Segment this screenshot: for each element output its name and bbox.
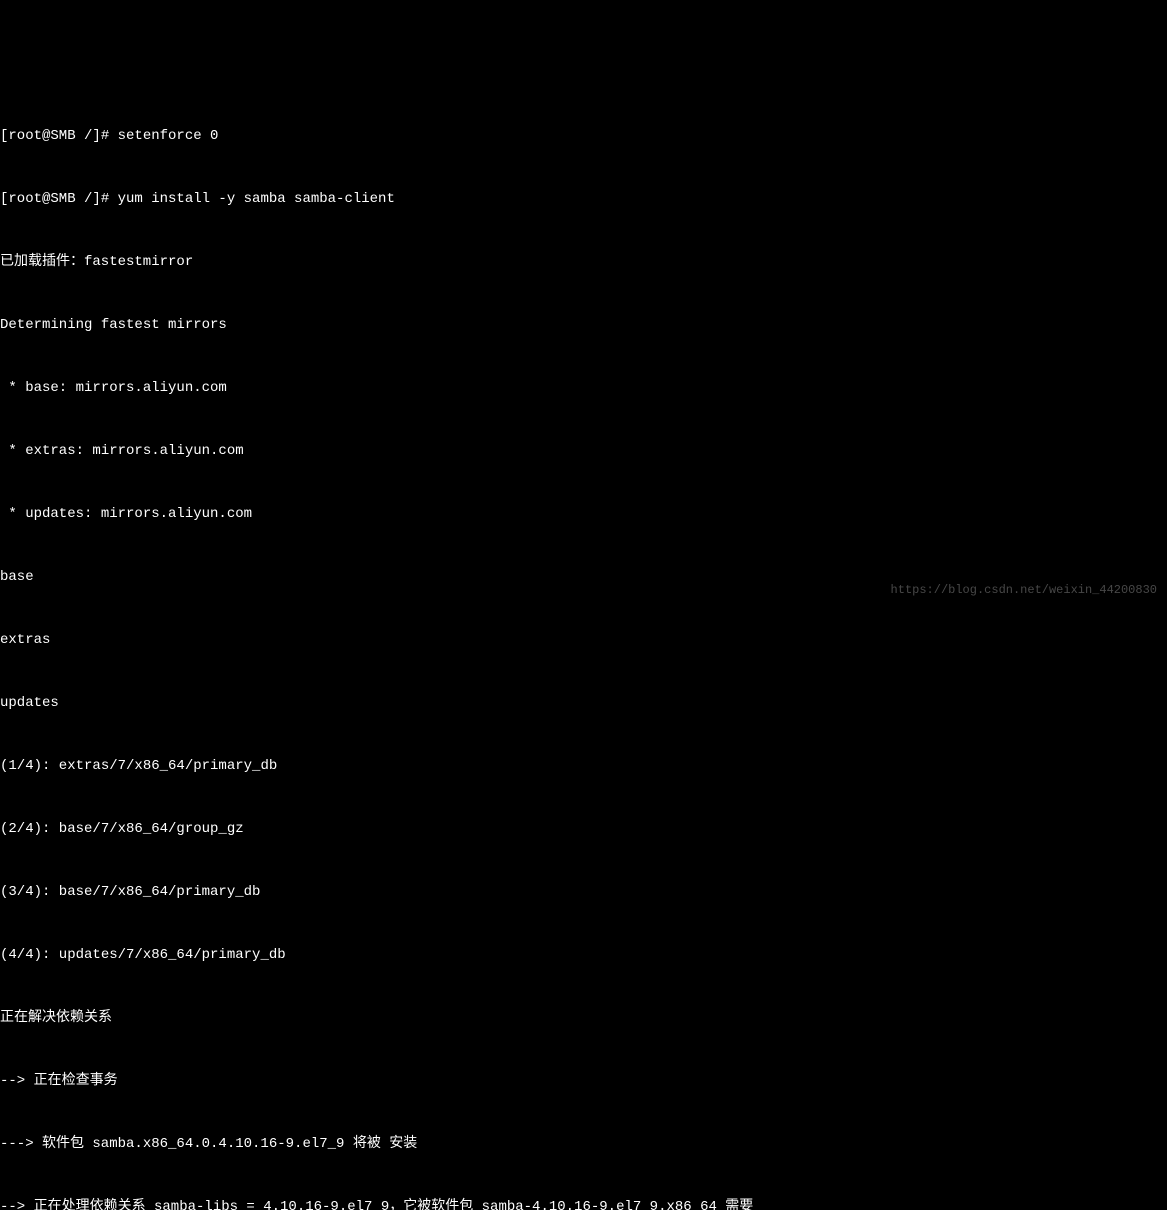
terminal-line: 正在解决依赖关系 (0, 1008, 1167, 1029)
terminal-line: (1/4): extras/7/x86_64/primary_db (0, 756, 1167, 777)
terminal-line: * base: mirrors.aliyun.com (0, 378, 1167, 399)
terminal-line: [root@SMB /]# setenforce 0 (0, 126, 1167, 147)
terminal-line: ---> 软件包 samba.x86_64.0.4.10.16-9.el7_9 … (0, 1134, 1167, 1155)
terminal-line: (2/4): base/7/x86_64/group_gz (0, 819, 1167, 840)
terminal-line: * updates: mirrors.aliyun.com (0, 504, 1167, 525)
terminal-output[interactable]: [root@SMB /]# setenforce 0 [root@SMB /]#… (0, 84, 1167, 1210)
terminal-line: * extras: mirrors.aliyun.com (0, 441, 1167, 462)
terminal-line: --> 正在处理依赖关系 samba-libs = 4.10.16-9.el7_… (0, 1197, 1167, 1210)
terminal-line: [root@SMB /]# yum install -y samba samba… (0, 189, 1167, 210)
terminal-line: 已加载插件：fastestmirror (0, 252, 1167, 273)
terminal-line: extras (0, 630, 1167, 651)
watermark-text: https://blog.csdn.net/weixin_44200830 (891, 581, 1157, 599)
terminal-line: Determining fastest mirrors (0, 315, 1167, 336)
terminal-line: updates (0, 693, 1167, 714)
terminal-line: --> 正在检查事务 (0, 1071, 1167, 1092)
terminal-line: (3/4): base/7/x86_64/primary_db (0, 882, 1167, 903)
terminal-line: (4/4): updates/7/x86_64/primary_db (0, 945, 1167, 966)
